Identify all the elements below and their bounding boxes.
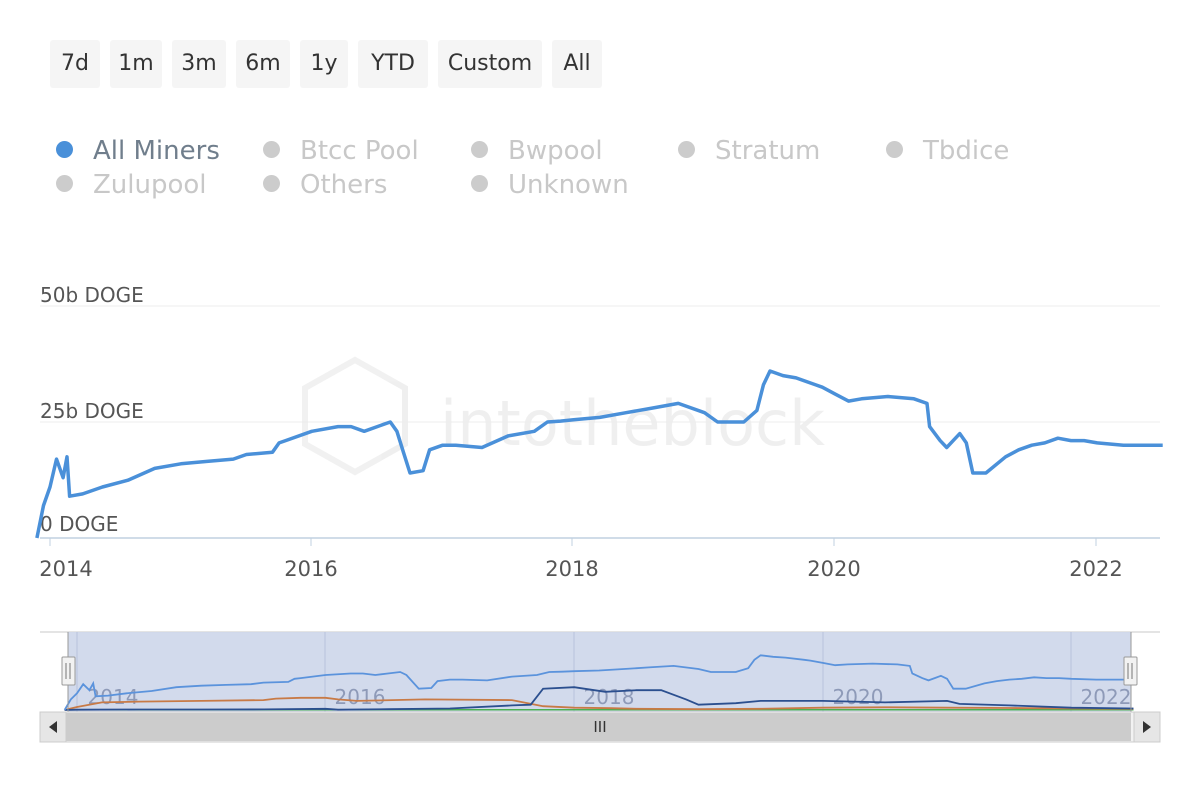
watermark-text: intotheblock (440, 387, 825, 460)
x-tick-label-2014: 2014 (39, 557, 92, 581)
y-tick-label-25b: 25b DOGE (40, 399, 144, 423)
x-axis-ticks (49, 538, 1097, 546)
navigator-label-2018: 2018 (584, 685, 635, 709)
navigator-left-grip[interactable] (61, 656, 76, 686)
navigator-right-grip[interactable] (1123, 656, 1138, 686)
y-tick-label-50b: 50b DOGE (40, 283, 144, 307)
chart-svg: intotheblock 50b DOGE 25b DOGE 0 DOGE 20… (35, 283, 1163, 743)
watermark-logo-icon (302, 356, 408, 476)
scrollbar-grip-icon: III (593, 718, 606, 736)
navigator-label-2016: 2016 (335, 685, 386, 709)
x-tick-label-2018: 2018 (545, 557, 598, 581)
y-axis-labels: 50b DOGE 25b DOGE 0 DOGE (40, 283, 144, 536)
x-tick-label-2020: 2020 (807, 557, 860, 581)
navigator: 2014 2016 2018 2020 2022 III (39, 631, 1161, 743)
y-tick-label-0: 0 DOGE (40, 512, 118, 536)
navigator-label-2020: 2020 (833, 685, 884, 709)
x-tick-label-2016: 2016 (284, 557, 337, 581)
x-tick-label-2022: 2022 (1069, 557, 1122, 581)
navigator-label-2022: 2022 (1081, 685, 1132, 709)
watermark: intotheblock (302, 356, 825, 476)
x-axis-labels: 2014 2016 2018 2020 2022 (39, 557, 1122, 581)
